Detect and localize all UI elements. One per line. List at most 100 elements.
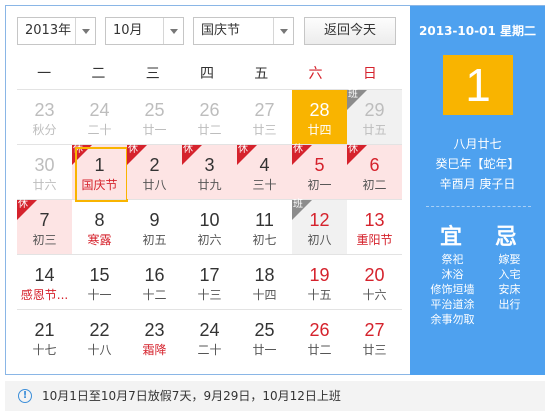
day-cell[interactable]: 28 廿四 [292,90,347,144]
day-number: 1 [94,155,105,175]
lunar-label: 十五 [307,288,332,302]
weekday-label: 一 [37,66,52,82]
week-row: 21 十七 22 十八 23 霜降 24 二十 25 廿一 26 廿二 27 廿三 [17,309,402,364]
day-cell[interactable]: 9 初五 [127,200,182,254]
day-cell[interactable]: 30 廿六 [17,145,72,199]
day-cell[interactable]: 14 感恩节... [17,255,72,309]
lunar-label: 十三 [197,288,222,302]
lunar-label: 二十 [197,343,222,357]
weekday-label: 日 [362,66,377,82]
badge-label: 休 [293,144,303,155]
day-number: 24 [199,320,220,340]
day-number: 27 [364,320,385,340]
badge-label: 休 [348,144,358,155]
calendar-widget: 2013年 10月 国庆节 返回今天 一二三四五六日 23 秋分 24 二十 25 廿一 2… [0,0,549,416]
day-cell[interactable]: 24 二十 [72,90,127,144]
day-cell[interactable]: 11 初七 [237,200,292,254]
lunar-year: 癸巳年【蛇年】 [435,157,520,171]
day-cell[interactable]: 23 霜降 [127,310,182,364]
day-cell[interactable]: 13 重阳节 [347,200,402,254]
day-cell[interactable]: 26 廿二 [292,310,347,364]
lunar-label: 初七 [252,233,277,247]
day-cell[interactable]: 22 十八 [72,310,127,364]
badge-label: 休 [183,144,193,155]
lunar-label: 国庆节 [81,178,118,192]
lunar-label: 初六 [197,233,222,247]
day-cell[interactable]: 班 12 初八 [292,199,347,254]
week-row: 休 7 初三 8 寒露 9 初五 10 初六 11 初七 班 12 初八 13 重阳节 [17,199,402,254]
day-number: 23 [34,100,55,120]
day-cell[interactable]: 10 初六 [182,200,237,254]
lunar-label: 十二 [142,288,167,302]
day-cell[interactable]: 21 十七 [17,310,72,364]
day-cell[interactable]: 班 29 廿五 [347,89,402,144]
day-cell[interactable]: 休 3 廿九 [182,144,237,199]
chevron-down-icon[interactable] [273,18,293,44]
day-number: 19 [309,265,330,285]
day-cell[interactable]: 25 廿一 [237,310,292,364]
lunar-label: 初八 [307,233,332,247]
day-cell[interactable]: 20 十六 [347,255,402,309]
day-number: 9 [149,210,160,230]
yi-title: 宜 [440,225,463,250]
day-cell[interactable]: 休 5 初一 [292,144,347,199]
lunar-label: 廿二 [197,123,222,137]
day-cell[interactable]: 休 6 初二 [347,144,402,199]
day-cell[interactable]: 25 廿一 [127,90,182,144]
day-cell[interactable]: 15 十一 [72,255,127,309]
weekday-label: 二 [91,66,106,82]
selected-day-number: 1 [443,55,513,115]
lunar-label: 寒露 [87,233,112,247]
day-number: 14 [34,265,55,285]
badge-label: 班 [348,89,358,100]
day-cell[interactable]: 休 7 初三 [17,199,72,254]
day-cell[interactable]: 27 廿三 [347,310,402,364]
ji-item: 嫁娶 [498,253,521,266]
lunar-label: 秋分 [32,123,57,137]
day-number: 30 [34,155,55,175]
day-cell[interactable]: 26 廿二 [182,90,237,144]
day-cell[interactable]: 24 二十 [182,310,237,364]
day-cell[interactable]: 23 秋分 [17,90,72,144]
day-cell[interactable]: 19 十五 [292,255,347,309]
weekday-label: 三 [145,66,160,82]
day-number: 17 [199,265,220,285]
lunar-label: 感恩节... [20,288,69,302]
chevron-down-icon[interactable] [163,18,183,44]
day-cell[interactable]: 8 寒露 [72,200,127,254]
calendar-grid: 23 秋分 24 二十 25 廿一 26 廿二 27 廿三 28 廿四班 29 廿五 30 廿六休 1 国庆节休 2… [17,89,402,364]
holiday-select[interactable]: 国庆节 [193,17,294,45]
year-select[interactable]: 2013年 [17,17,96,45]
year-select-value: 2013年 [25,23,72,38]
day-cell[interactable]: 休 1 国庆节 [72,144,128,202]
day-cell[interactable]: 休 2 廿八 [127,144,182,199]
lunar-label: 廿四 [307,123,332,137]
month-select[interactable]: 10月 [105,17,184,45]
day-number: 15 [89,265,110,285]
chevron-down-icon[interactable] [75,18,95,44]
rest-badge [72,145,92,165]
day-number: 10 [199,210,220,230]
day-number: 22 [89,320,110,340]
lunar-label: 廿八 [142,178,167,192]
lunar-label: 廿三 [362,343,387,357]
lunar-label: 十四 [252,288,277,302]
yi-item: 沐浴 [441,268,464,281]
return-today-button[interactable]: 返回今天 [304,17,396,45]
lunar-label: 三十 [252,178,277,192]
day-cell[interactable]: 17 十三 [182,255,237,309]
day-number: 13 [364,210,385,230]
divider [426,206,531,207]
ji-item: 入宅 [498,268,521,281]
day-cell[interactable]: 休 4 三十 [237,144,292,199]
day-cell[interactable]: 18 十四 [237,255,292,309]
lunar-label: 十七 [32,343,57,357]
lunar-label: 廿二 [307,343,332,357]
info-icon: ! [18,389,32,403]
yi-list: 祭祀 沐浴 修饰垣墙 平治道涂 余事勿取 [425,252,480,327]
day-cell[interactable]: 27 廿三 [237,90,292,144]
badge-label: 休 [238,144,248,155]
day-number: 21 [34,320,55,340]
lunar-label: 初一 [307,178,332,192]
day-cell[interactable]: 16 十二 [127,255,182,309]
